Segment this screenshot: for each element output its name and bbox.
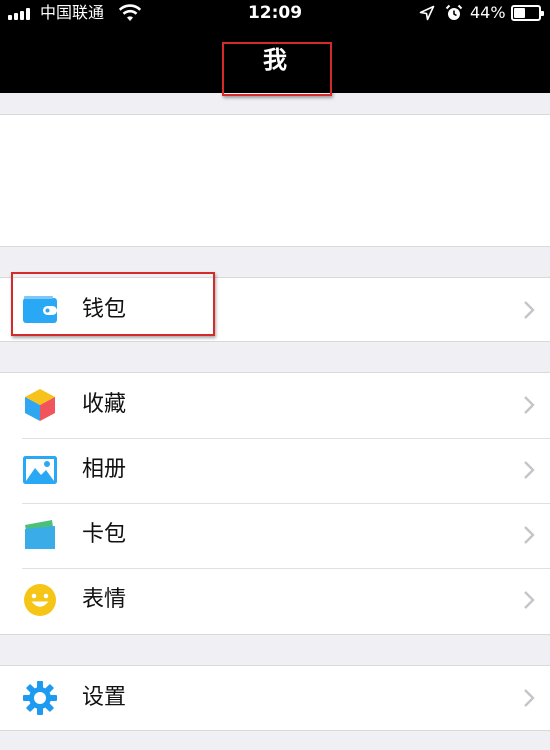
photo-icon: [23, 456, 57, 484]
menu-group-main: 收藏 相册 卡包 表情: [0, 372, 550, 635]
title-highlight-box: [222, 42, 332, 96]
chevron-right-icon: [524, 526, 535, 544]
menu-item-cards[interactable]: 卡包: [0, 503, 550, 568]
cube-icon: [25, 389, 55, 421]
menu-label-favorites: 收藏: [82, 392, 127, 417]
menu-label-stickers: 表情: [82, 587, 127, 612]
menu-label-album: 相册: [82, 457, 127, 482]
menu-label-cards: 卡包: [82, 522, 127, 547]
alarm-icon: [445, 4, 463, 20]
chevron-right-icon: [524, 689, 535, 707]
clock-time: 12:09: [247, 3, 303, 23]
menu-item-settings[interactable]: 设置: [0, 666, 550, 731]
battery-icon: [511, 5, 544, 21]
status-bar: 中国联通 12:09 44%: [0, 0, 550, 28]
gear-icon: [23, 681, 57, 715]
chevron-right-icon: [524, 591, 535, 609]
menu-group-settings: 设置: [0, 665, 550, 731]
menu-item-album[interactable]: 相册: [0, 438, 550, 503]
battery-level-fill: [514, 8, 525, 18]
location-icon: [419, 5, 435, 21]
menu-label-settings: 设置: [82, 685, 127, 710]
menu-item-favorites[interactable]: 收藏: [0, 373, 550, 438]
chevron-right-icon: [524, 461, 535, 479]
menu-item-stickers[interactable]: 表情: [0, 568, 550, 633]
wallet-highlight-box: [11, 272, 215, 336]
chevron-right-icon: [524, 301, 535, 319]
smiley-icon: [24, 584, 56, 616]
chevron-right-icon: [524, 396, 535, 414]
card-holder-icon: [25, 520, 55, 549]
profile-card[interactable]: [0, 114, 550, 247]
battery-percent: 44%: [470, 3, 506, 22]
